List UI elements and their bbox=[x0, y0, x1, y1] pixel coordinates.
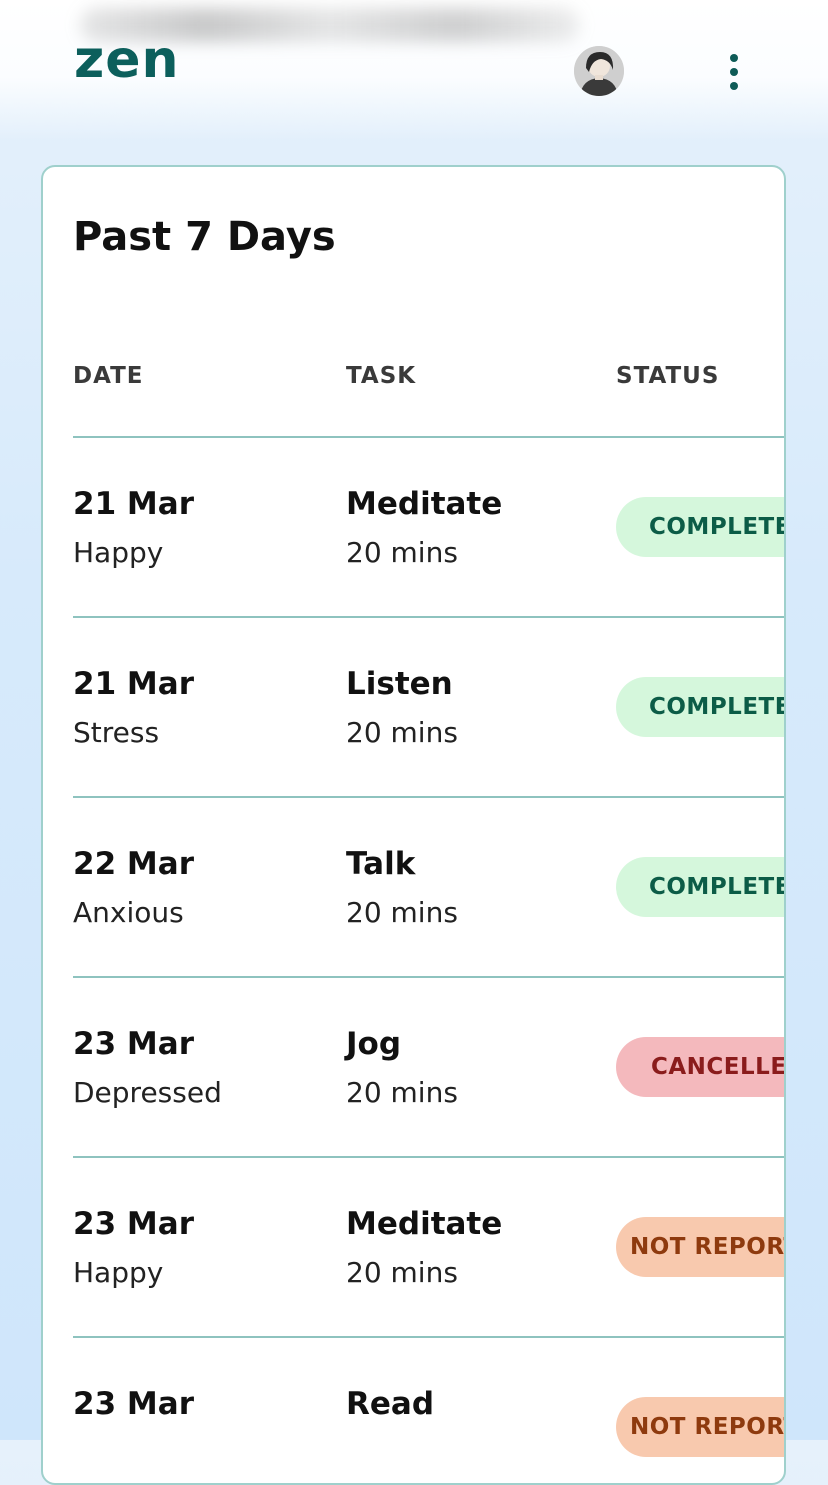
row-mood: Happy bbox=[73, 1256, 164, 1289]
table-row[interactable]: 21 Mar Happy Meditate 20 mins COMPLETED bbox=[73, 436, 784, 616]
status-badge: COMPLETED bbox=[616, 677, 784, 737]
row-mood: Anxious bbox=[73, 896, 184, 929]
menu-dot bbox=[730, 68, 738, 76]
status-badge: NOT REPORTED bbox=[616, 1397, 784, 1457]
status-badge: CANCELLED bbox=[616, 1037, 784, 1097]
table-row[interactable]: 23 Mar Depressed Jog 20 mins CANCELLED bbox=[73, 976, 784, 1156]
status-badge: COMPLETED bbox=[616, 497, 784, 557]
row-task: Jog bbox=[346, 1026, 402, 1062]
table-row[interactable]: 21 Mar Stress Listen 20 mins COMPLETED bbox=[73, 616, 784, 796]
history-table: 21 Mar Happy Meditate 20 mins COMPLETED … bbox=[73, 436, 784, 1483]
status-badge: COMPLETED bbox=[616, 857, 784, 917]
row-duration: 20 mins bbox=[346, 536, 458, 569]
row-task: Read bbox=[346, 1386, 435, 1422]
table-row[interactable]: 22 Mar Anxious Talk 20 mins COMPLETED bbox=[73, 796, 784, 976]
column-header-task: TASK bbox=[346, 363, 417, 389]
user-avatar[interactable] bbox=[574, 46, 624, 96]
more-options-button[interactable] bbox=[712, 48, 756, 96]
row-date: 23 Mar bbox=[73, 1026, 194, 1062]
row-mood: Happy bbox=[73, 536, 164, 569]
row-duration: 20 mins bbox=[346, 1076, 458, 1109]
row-mood: Depressed bbox=[73, 1076, 222, 1109]
column-header-date: DATE bbox=[73, 363, 144, 389]
row-date: 23 Mar bbox=[73, 1386, 194, 1422]
row-task: Listen bbox=[346, 666, 453, 702]
row-task: Meditate bbox=[346, 486, 503, 522]
column-header-status: STATUS bbox=[616, 363, 720, 389]
row-task: Talk bbox=[346, 846, 416, 882]
row-date: 22 Mar bbox=[73, 846, 194, 882]
history-card: Past 7 Days DATE TASK STATUS 21 Mar Happ… bbox=[41, 165, 786, 1485]
row-duration: 20 mins bbox=[346, 1256, 458, 1289]
app-header: zen bbox=[0, 0, 828, 140]
status-badge: NOT REPORTED bbox=[616, 1217, 784, 1277]
row-task: Meditate bbox=[346, 1206, 503, 1242]
row-mood: Stress bbox=[73, 716, 160, 749]
row-duration: 20 mins bbox=[346, 716, 458, 749]
card-title: Past 7 Days bbox=[73, 214, 336, 260]
table-row[interactable]: 23 Mar Happy Meditate 20 mins NOT REPORT… bbox=[73, 1156, 784, 1336]
app-logo[interactable]: zen bbox=[74, 34, 180, 86]
row-date: 21 Mar bbox=[73, 666, 194, 702]
menu-dot bbox=[730, 82, 738, 90]
avatar-image bbox=[574, 46, 624, 96]
row-date: 23 Mar bbox=[73, 1206, 194, 1242]
row-date: 21 Mar bbox=[73, 486, 194, 522]
table-row[interactable]: 23 Mar Read NOT REPORTED bbox=[73, 1336, 784, 1483]
row-duration: 20 mins bbox=[346, 896, 458, 929]
more-vertical-icon bbox=[730, 54, 738, 62]
